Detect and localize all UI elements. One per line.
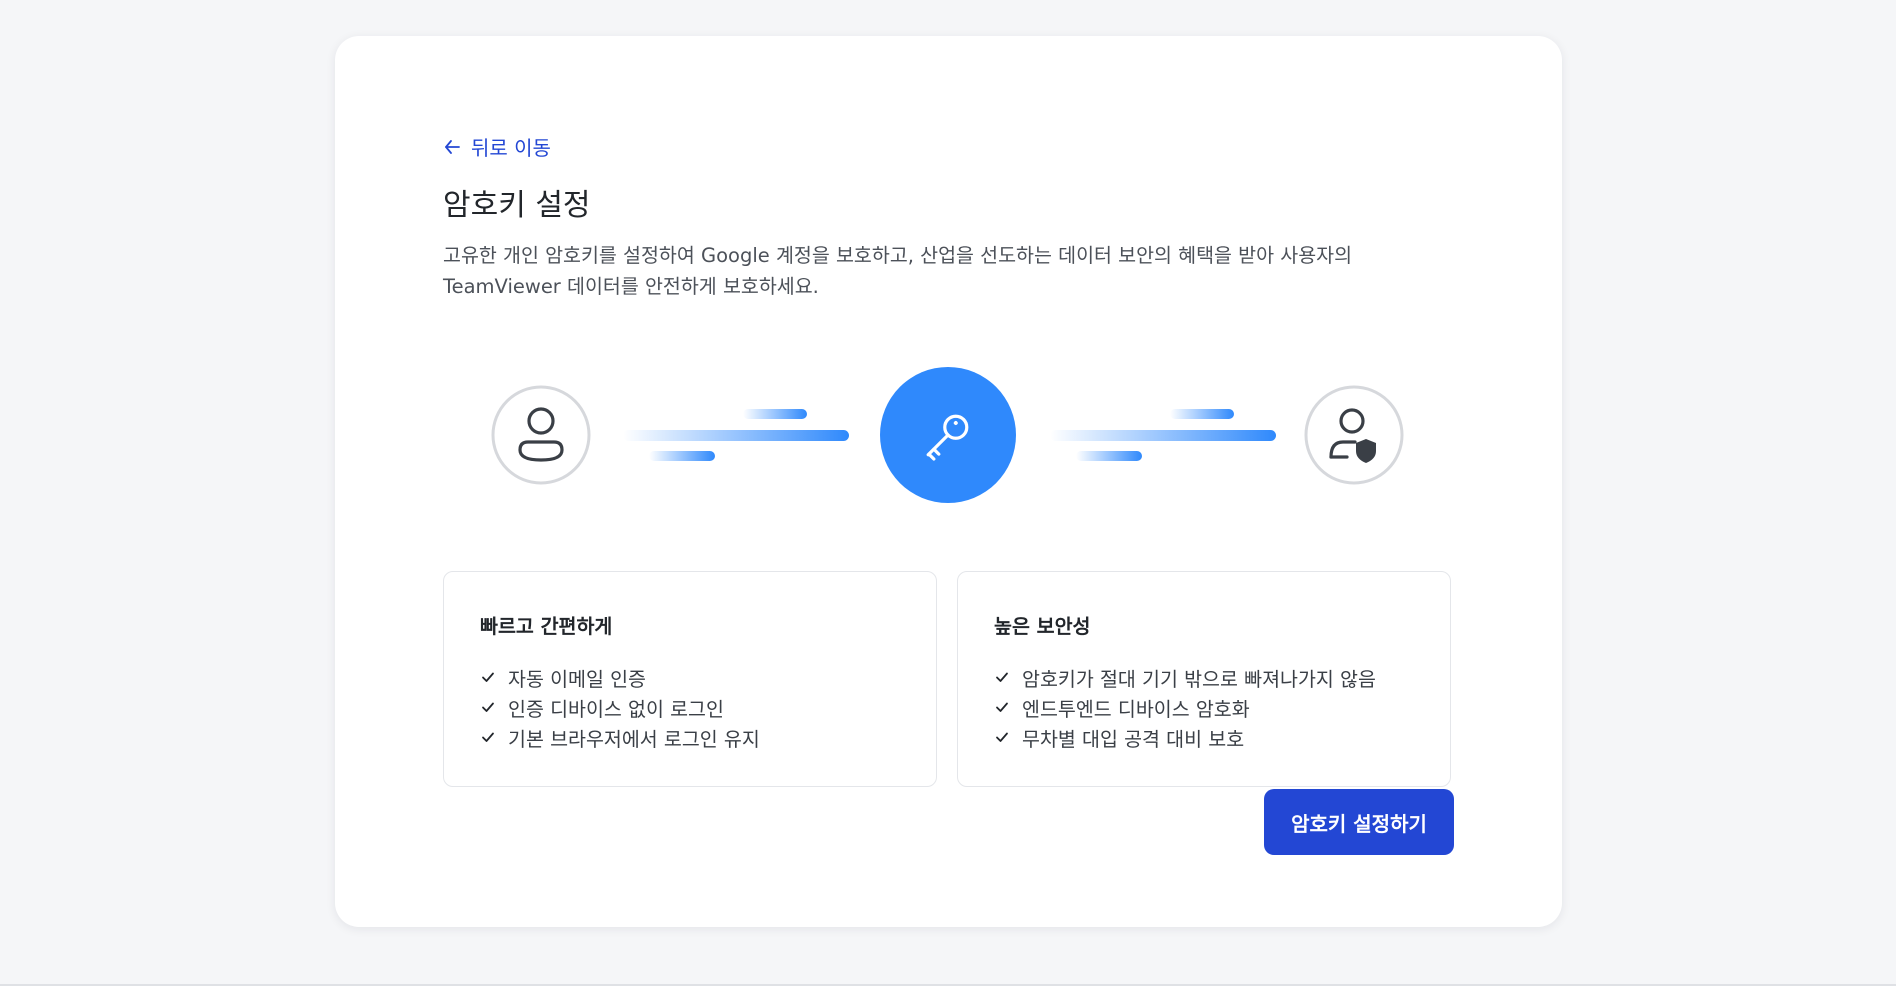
feature-card-secure: 높은 보안성 암호키가 절대 기기 밖으로 빠져나가지 않음 엔드투엔드 디바이…: [957, 571, 1451, 787]
list-item: 자동 이메일 인증: [480, 662, 760, 692]
check-icon: [482, 732, 494, 742]
list-item-label: 암호키가 절대 기기 밖으로 빠져나가지 않음: [1022, 667, 1376, 691]
user-shield-icon: [1304, 385, 1404, 485]
card-content: 뒤로 이동 암호키 설정 고유한 개인 암호키를 설정하여 Google 계정을…: [443, 36, 1454, 927]
list-item: 암호키가 절대 기기 밖으로 빠져나가지 않음: [994, 662, 1376, 692]
list-item: 무차별 대입 공격 대비 보호: [994, 722, 1376, 752]
passkey-illustration: [443, 356, 1454, 516]
user-icon: [491, 385, 591, 485]
feature-title: 높은 보안성: [994, 615, 1091, 638]
feature-card-fast: 빠르고 간편하게 자동 이메일 인증 인증 디바이스 없이 로그인 기본 브라우…: [443, 571, 937, 787]
check-icon: [996, 732, 1008, 742]
list-item-label: 무차별 대입 공격 대비 보호: [1022, 727, 1245, 751]
back-link-label: 뒤로 이동: [471, 136, 551, 160]
motion-lines-left: [623, 409, 849, 461]
passkey-card: 뒤로 이동 암호키 설정 고유한 개인 암호키를 설정하여 Google 계정을…: [335, 36, 1562, 927]
list-item-label: 엔드투엔드 디바이스 암호화: [1022, 697, 1250, 721]
list-item-label: 기본 브라우저에서 로그인 유지: [508, 727, 760, 751]
motion-lines-right: [1050, 409, 1276, 461]
page-title: 암호키 설정: [443, 188, 591, 223]
check-icon: [482, 702, 494, 712]
feature-list: 자동 이메일 인증 인증 디바이스 없이 로그인 기본 브라우저에서 로그인 유…: [480, 662, 760, 752]
feature-list: 암호키가 절대 기기 밖으로 빠져나가지 않음 엔드투엔드 디바이스 암호화 무…: [994, 662, 1376, 752]
list-item: 인증 디바이스 없이 로그인: [480, 692, 760, 722]
setup-passkey-button[interactable]: 암호키 설정하기: [1264, 789, 1454, 855]
check-icon: [996, 672, 1008, 682]
feature-title: 빠르고 간편하게: [480, 615, 613, 638]
arrow-left-icon: [445, 139, 460, 154]
list-item: 기본 브라우저에서 로그인 유지: [480, 722, 760, 752]
check-icon: [482, 672, 494, 682]
list-item-label: 자동 이메일 인증: [508, 667, 646, 691]
check-icon: [996, 702, 1008, 712]
key-icon: [880, 367, 1016, 503]
page-description: 고유한 개인 암호키를 설정하여 Google 계정을 보호하고, 산업을 선도…: [443, 244, 1353, 298]
list-item: 엔드투엔드 디바이스 암호화: [994, 692, 1376, 722]
list-item-label: 인증 디바이스 없이 로그인: [508, 697, 724, 721]
back-link[interactable]: 뒤로 이동: [443, 132, 551, 161]
